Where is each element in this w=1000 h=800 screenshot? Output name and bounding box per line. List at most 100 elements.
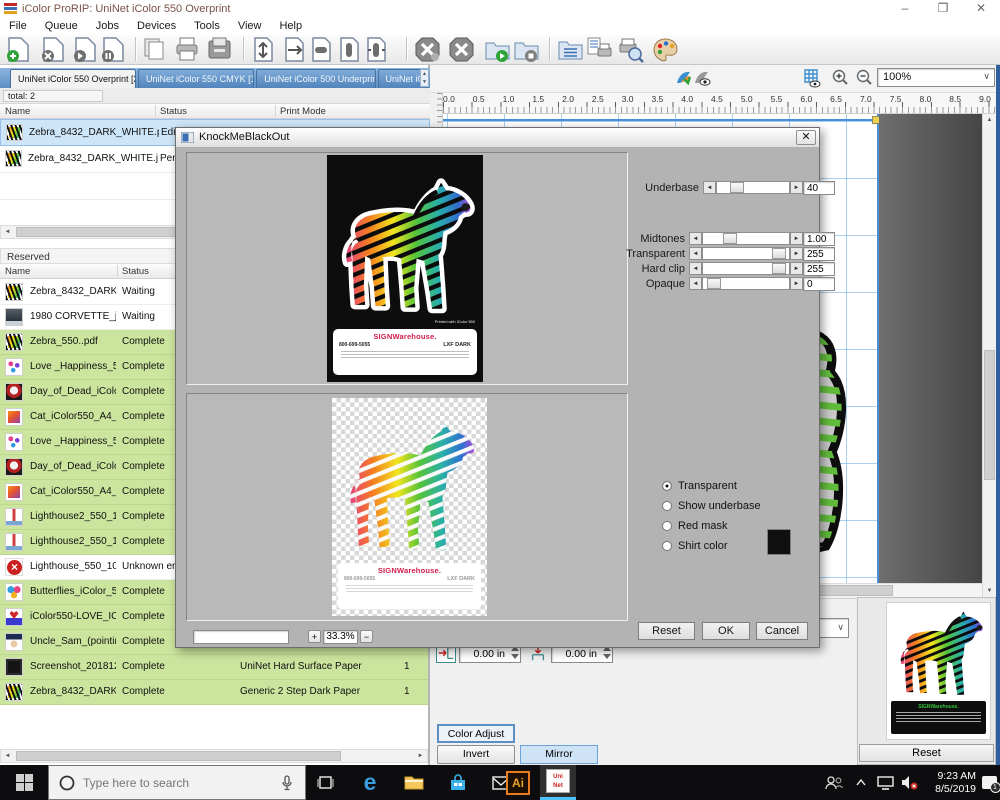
people-icon[interactable] [820,765,848,800]
center-vertical-icon[interactable] [336,36,363,63]
queue-column-header[interactable]: Name Status Print Mode [0,104,430,119]
slider-left-arrow[interactable]: ◄ [689,247,702,260]
show-white-layer-icon[interactable] [693,69,711,87]
zoom-in-icon[interactable] [832,69,849,86]
underbase-slider-thumb[interactable] [730,182,744,193]
task-view-button[interactable] [307,765,343,800]
maximize-button[interactable]: ❐ [926,0,960,18]
underbase-right-arrow[interactable]: ► [790,181,803,194]
dialog-ok-button[interactable]: OK [702,622,750,640]
stop-queue-icon[interactable] [513,36,540,63]
dialog-titlebar[interactable]: KnockMeBlackOut ✕ [176,128,819,148]
queue-properties-icon[interactable] [557,36,584,63]
radio-option[interactable]: Transparent [662,476,761,496]
underbase-slider[interactable] [716,181,790,194]
start-queue-icon[interactable] [484,36,511,63]
start-job-icon[interactable] [72,36,99,63]
dialog-zoom-value[interactable]: 33.3% [323,630,358,644]
menu-item[interactable]: Tools [185,20,229,32]
slider-right-arrow[interactable]: ► [790,262,803,275]
start-button[interactable] [0,765,48,800]
underbase-left-arrow[interactable]: ◄ [703,181,716,194]
mirror-button[interactable]: Mirror [520,745,598,764]
slider-track[interactable] [702,277,790,290]
show-color-layer-icon[interactable] [675,69,693,87]
fit-height-icon[interactable] [363,36,390,63]
print-icon[interactable] [174,36,201,63]
slider-right-arrow[interactable]: ► [790,232,803,245]
reserved-hscrollbar[interactable]: ◄ ► [0,749,428,763]
reserved-job-row[interactable]: Screenshot_201812... Complete UniNet Har… [0,655,428,680]
store-icon[interactable] [440,765,476,800]
invert-button[interactable]: Invert [437,745,515,764]
taskbar-search[interactable] [48,765,306,800]
hold-job-icon[interactable] [100,36,127,63]
slider-value-input[interactable]: 255 [803,262,835,276]
queue-tab[interactable]: UniNet iColor 550 CMYK [1] [138,69,254,88]
reserved-job-row[interactable]: Zebra_8432_DARK... Complete Generic 2 St… [0,680,428,705]
volume-muted-icon[interactable] [898,765,922,800]
canvas-zoom-select[interactable]: 100% ∨ [877,68,995,87]
underbase-value-input[interactable] [803,181,835,195]
zoom-out-icon[interactable] [856,69,873,86]
microphone-icon[interactable] [281,775,293,791]
file-explorer-icon[interactable] [396,765,432,800]
slider-track[interactable] [702,232,790,245]
print-preview-icon[interactable] [617,36,644,63]
slider-value-input[interactable]: 1.00 [803,232,835,246]
radio-icon[interactable] [662,481,672,491]
slider-right-arrow[interactable]: ► [790,277,803,290]
slider-value-input[interactable]: 0 [803,277,835,291]
abort-all-icon[interactable] [448,36,475,63]
minimize-button[interactable]: – [888,0,922,18]
open-drawer-icon[interactable] [206,36,233,63]
center-horizontal-icon[interactable] [308,36,335,63]
fit-page-icon[interactable] [250,36,277,63]
slider-thumb[interactable] [707,278,721,289]
dialog-zoom-in-button[interactable]: + [308,630,321,643]
search-input[interactable] [83,776,253,790]
radio-option[interactable]: Shirt color [662,536,761,556]
menu-item[interactable]: Help [270,20,311,32]
color-palette-icon[interactable] [652,36,679,63]
reserved-section-label[interactable]: Reserved [7,252,50,263]
dialog-zoom-out-button[interactable]: − [360,630,373,643]
network-icon[interactable] [873,765,897,800]
fit-width-icon[interactable] [281,36,308,63]
slider-thumb[interactable] [772,263,786,274]
slider-thumb[interactable] [723,233,737,244]
canvas-vscrollbar[interactable]: ▲ ▼ [982,114,996,597]
radio-icon[interactable] [662,541,672,551]
queue-tab[interactable]: UniNet iColor 500 Underprint [256,69,375,88]
menu-item[interactable]: Jobs [87,20,128,32]
menu-item[interactable]: Devices [128,20,185,32]
abort-job-icon[interactable] [414,36,441,63]
delete-job-icon[interactable] [40,36,67,63]
slider-thumb[interactable] [772,248,786,259]
prorip-taskbar-icon[interactable]: UniNet [540,765,576,800]
taskbar-clock[interactable]: 9:23 AM 8/5/2019 [924,765,976,800]
grid-toggle-icon[interactable] [803,68,822,88]
hidden-icons-chevron[interactable] [852,765,870,800]
window-titlebar[interactable]: iColor ProRIP: UniNet iColor 550 Overpri… [0,0,1000,18]
preview-page[interactable]: SIGNWarehouse. [886,602,991,740]
preview-reset-button[interactable]: Reset [859,744,994,762]
menu-item[interactable]: Queue [36,20,87,32]
copies-icon[interactable] [142,36,169,63]
dialog-reset-button[interactable]: Reset [638,622,695,640]
color-adjust-button[interactable]: Color Adjust [437,724,515,743]
notification-center-icon[interactable]: 1 [978,765,1000,800]
edge-icon[interactable]: e [352,765,388,800]
slider-value-input[interactable]: 255 [803,247,835,261]
close-button[interactable]: ✕ [964,0,998,18]
menu-item[interactable]: View [229,20,271,32]
queue-tab[interactable]: UniNet iColor 550 Overprint [2] [10,69,136,88]
slider-left-arrow[interactable]: ◄ [689,262,702,275]
slider-track[interactable] [702,262,790,275]
slider-left-arrow[interactable]: ◄ [689,232,702,245]
radio-icon[interactable] [662,501,672,511]
dialog-close-icon[interactable]: ✕ [796,130,816,145]
radio-option[interactable]: Show underbase [662,496,761,516]
job-log-icon[interactable] [586,36,613,63]
radio-icon[interactable] [662,521,672,531]
